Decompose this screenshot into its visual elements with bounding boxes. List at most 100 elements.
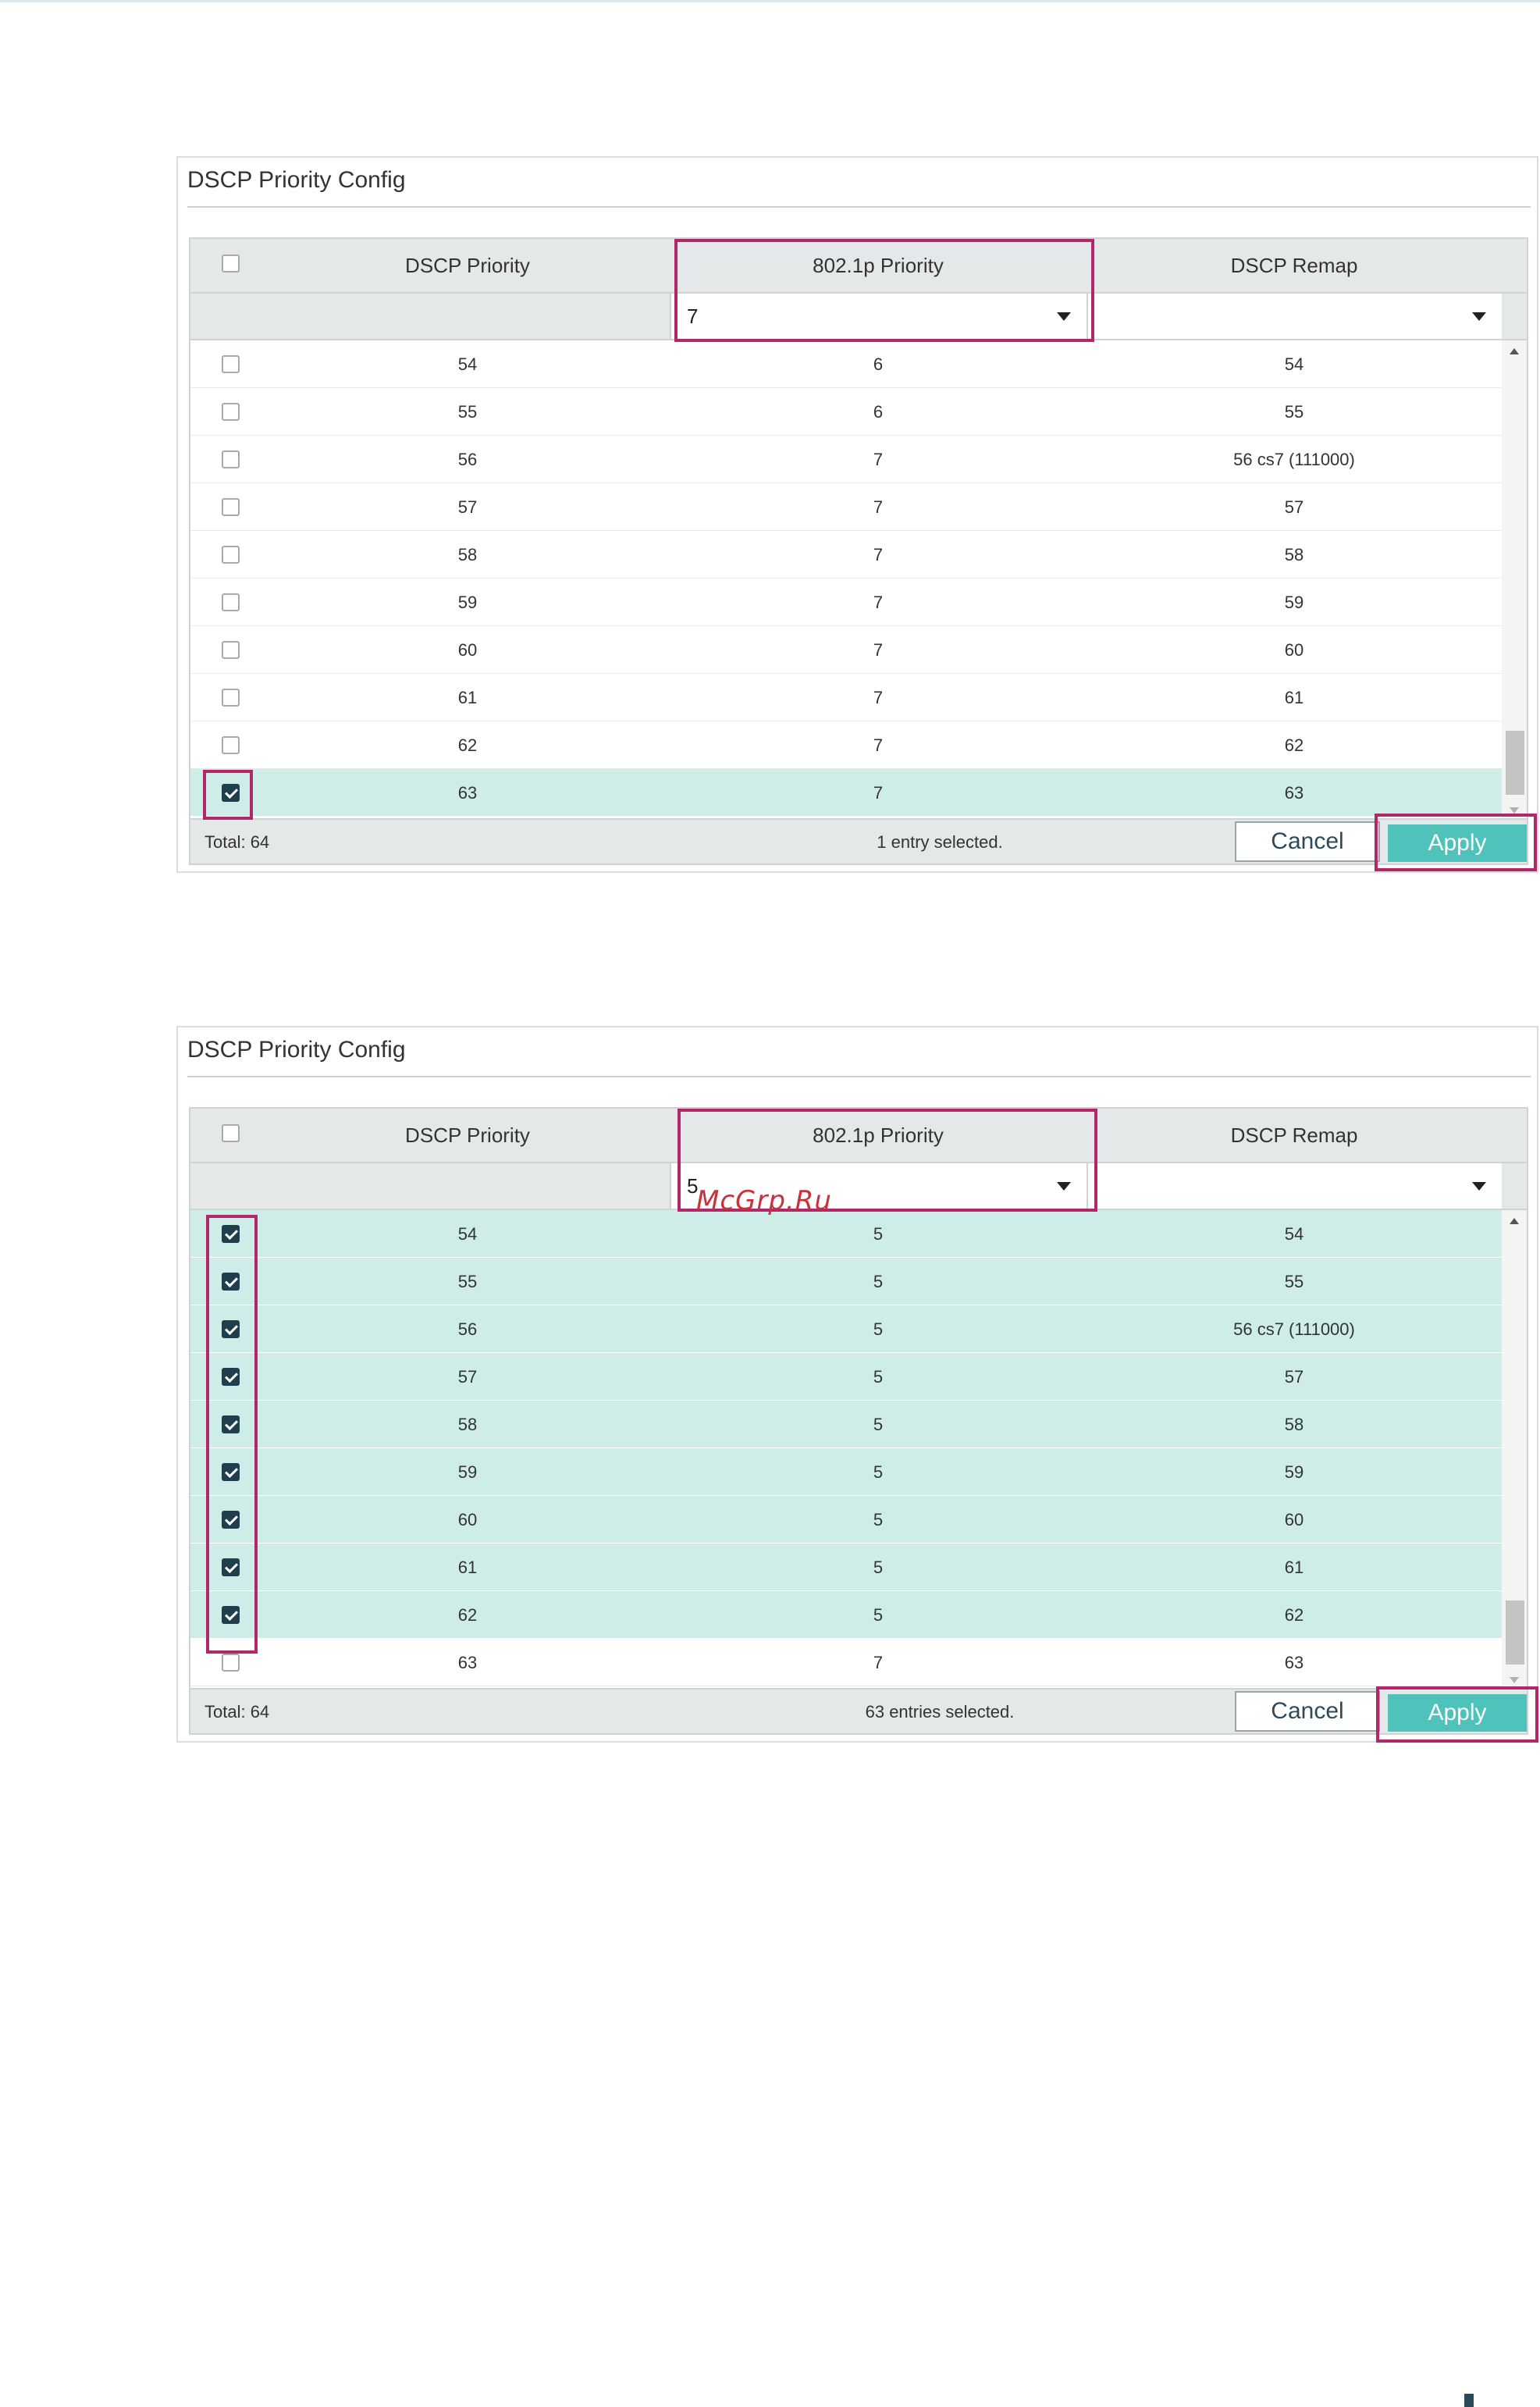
row-checkbox[interactable] [222, 689, 240, 707]
cell-dscp-priority: 62 [457, 1605, 478, 1625]
cell-dscp-priority: 62 [457, 735, 478, 755]
row-checkbox-checked[interactable] [222, 1225, 240, 1243]
cell-dscp-priority: 54 [457, 354, 478, 374]
table-footer: Total: 64 1 entry selected. Cancel Apply [190, 818, 1527, 863]
cell-dscp-priority: 56 [457, 1319, 478, 1339]
table-row[interactable]: 59 7 59 [190, 579, 1502, 626]
title-divider [187, 1076, 1531, 1077]
cell-dscp-priority: 58 [457, 1415, 478, 1434]
cell-8021p-priority: 7 [873, 1653, 884, 1672]
row-checkbox-checked[interactable] [222, 1558, 240, 1576]
cell-dscp-priority: 63 [457, 1653, 478, 1672]
cell-dscp-remap: 56 cs7 (111000) [1233, 1319, 1355, 1339]
cancel-button[interactable]: Cancel [1235, 821, 1380, 862]
table-row[interactable]: 60 5 60 [190, 1496, 1502, 1544]
dscp-remap-select[interactable] [1087, 294, 1502, 339]
row-checkbox-checked[interactable] [222, 1415, 240, 1433]
cell-8021p-priority: 5 [873, 1462, 884, 1482]
scroll-up-arrow-icon[interactable] [1510, 1218, 1519, 1224]
row-checkbox[interactable] [222, 546, 240, 564]
filter-row-end [1502, 294, 1527, 340]
cell-dscp-priority: 58 [457, 545, 478, 564]
vertical-scrollbar[interactable] [1502, 340, 1527, 817]
table-row[interactable]: 58 7 58 [190, 531, 1502, 579]
dscp-config-panel: DSCP Priority Config DSCP Priority 802.1… [176, 156, 1538, 873]
row-checkbox[interactable] [222, 355, 240, 373]
row-checkbox[interactable] [222, 450, 240, 468]
cell-8021p-priority: 5 [873, 1510, 884, 1529]
cell-dscp-priority: 57 [457, 497, 478, 517]
select-all-checkbox[interactable] [222, 255, 240, 272]
table-row[interactable]: 54 5 54 [190, 1210, 1502, 1258]
cell-8021p-priority: 6 [873, 354, 884, 374]
column-header-dscp-remap[interactable]: DSCP Remap [1087, 239, 1502, 292]
table-row[interactable]: 56 5 56 cs7 (111000) [190, 1305, 1502, 1353]
cell-dscp-priority: 56 [457, 450, 478, 469]
table-row[interactable]: 63 7 63 [190, 1639, 1502, 1686]
row-checkbox[interactable] [222, 1654, 240, 1672]
scrollbar-thumb[interactable] [1506, 1601, 1524, 1665]
dscp-table: DSCP Priority 802.1p Priority DSCP Remap… [189, 237, 1528, 865]
scrollbar-thumb[interactable] [1506, 731, 1524, 795]
cell-dscp-remap: 63 [1284, 783, 1304, 803]
row-checkbox-checked[interactable] [222, 1463, 240, 1481]
row-checkbox-checked[interactable] [222, 1320, 240, 1338]
cell-dscp-priority: 55 [457, 1272, 478, 1291]
row-checkbox[interactable] [222, 498, 240, 516]
table-row[interactable]: 57 5 57 [190, 1353, 1502, 1401]
column-header-dscp-remap[interactable]: DSCP Remap [1087, 1109, 1502, 1162]
row-checkbox[interactable] [222, 593, 240, 611]
column-header-8021p-priority[interactable]: 802.1p Priority [670, 1109, 1087, 1162]
table-row[interactable]: 58 5 58 [190, 1401, 1502, 1448]
table-row[interactable]: 55 5 55 [190, 1258, 1502, 1305]
title-divider [187, 206, 1531, 208]
cell-8021p-priority: 7 [873, 497, 884, 517]
table-row[interactable]: 55 6 55 [190, 388, 1502, 436]
dscp-remap-select[interactable] [1087, 1163, 1502, 1209]
cell-8021p-priority: 5 [873, 1319, 884, 1339]
column-header-dscp-priority[interactable]: DSCP Priority [265, 1109, 670, 1162]
table-row[interactable]: 61 5 61 [190, 1544, 1502, 1591]
table-row[interactable]: 61 7 61 [190, 674, 1502, 721]
cell-8021p-priority: 5 [873, 1272, 884, 1291]
row-checkbox[interactable] [222, 641, 240, 659]
8021p-priority-select[interactable]: 7 [670, 294, 1087, 339]
table-row[interactable]: 63 7 63 [190, 769, 1502, 817]
cell-dscp-remap: 55 [1284, 402, 1304, 422]
cell-dscp-remap: 61 [1284, 1558, 1304, 1577]
table-row[interactable]: 59 5 59 [190, 1448, 1502, 1496]
table-row[interactable]: 54 6 54 [190, 340, 1502, 388]
table-row[interactable]: 56 7 56 cs7 (111000) [190, 436, 1502, 483]
select-all-checkbox[interactable] [222, 1124, 240, 1142]
cell-8021p-priority: 6 [873, 402, 884, 422]
table-row[interactable]: 62 7 62 [190, 721, 1502, 769]
cell-dscp-remap: 58 [1284, 1415, 1304, 1434]
table-header: DSCP Priority 802.1p Priority DSCP Remap [190, 1109, 1527, 1163]
column-header-dscp-priority[interactable]: DSCP Priority [265, 239, 670, 292]
scroll-down-arrow-icon[interactable] [1510, 1677, 1519, 1683]
scroll-up-arrow-icon[interactable] [1510, 348, 1519, 354]
row-checkbox-checked[interactable] [222, 1273, 240, 1291]
cancel-button[interactable]: Cancel [1235, 1691, 1380, 1732]
table-row[interactable]: 57 7 57 [190, 483, 1502, 531]
column-header-8021p-priority[interactable]: 802.1p Priority [670, 239, 1087, 292]
selection-status: 63 entries selected. [865, 1702, 1015, 1722]
row-checkbox-checked[interactable] [222, 784, 240, 802]
table-row[interactable]: 62 5 62 [190, 1591, 1502, 1639]
row-checkbox[interactable] [222, 736, 240, 754]
row-checkbox-checked[interactable] [222, 1606, 240, 1624]
table-row[interactable]: 60 7 60 [190, 626, 1502, 674]
scroll-down-arrow-icon[interactable] [1510, 807, 1519, 814]
row-checkbox-checked[interactable] [222, 1511, 240, 1529]
chevron-down-icon [1472, 1182, 1486, 1191]
apply-button[interactable]: Apply [1388, 1694, 1527, 1732]
row-checkbox-checked[interactable] [222, 1368, 240, 1386]
panel-title: DSCP Priority Config [187, 167, 406, 193]
cell-8021p-priority: 7 [873, 783, 884, 803]
8021p-priority-value: 7 [687, 304, 699, 328]
chevron-down-icon [1472, 312, 1486, 321]
apply-button[interactable]: Apply [1388, 824, 1527, 862]
vertical-scrollbar[interactable] [1502, 1210, 1527, 1686]
row-checkbox[interactable] [222, 403, 240, 421]
cell-8021p-priority: 7 [873, 593, 884, 612]
